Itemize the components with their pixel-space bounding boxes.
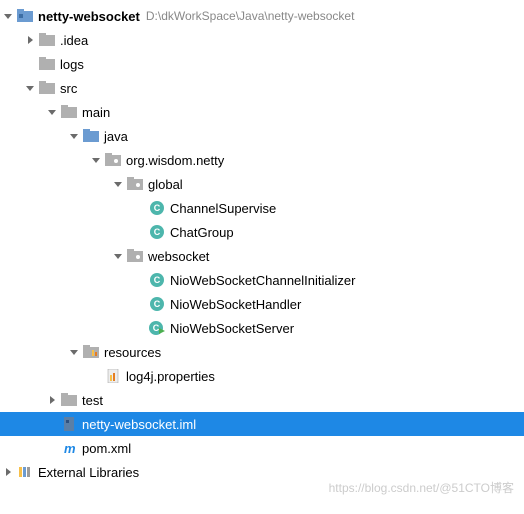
node-label: main (82, 105, 110, 120)
chevron-down-icon[interactable] (110, 180, 126, 188)
chevron-right-icon[interactable] (0, 468, 16, 476)
class-icon: C (148, 201, 166, 215)
tree-node-test[interactable]: test (0, 388, 524, 412)
node-label: java (104, 129, 128, 144)
source-folder-icon (82, 129, 100, 143)
node-label: log4j.properties (126, 369, 215, 384)
svg-text:C: C (154, 227, 161, 237)
node-label: NioWebSocketServer (170, 321, 294, 336)
svg-text:C: C (154, 299, 161, 309)
tree-node-package[interactable]: org.wisdom.netty (0, 148, 524, 172)
tree-node-class[interactable]: C NioWebSocketChannelInitializer (0, 268, 524, 292)
tree-node-idea[interactable]: .idea (0, 28, 524, 52)
tree-node-external-libraries[interactable]: External Libraries (0, 460, 524, 484)
node-label: ChannelSupervise (170, 201, 276, 216)
tree-node-iml[interactable]: netty-websocket.iml (0, 412, 524, 436)
svg-text:C: C (153, 323, 160, 333)
package-icon (126, 177, 144, 191)
svg-text:m: m (64, 441, 76, 455)
chevron-down-icon[interactable] (88, 156, 104, 164)
package-icon (126, 249, 144, 263)
chevron-down-icon[interactable] (44, 108, 60, 116)
tree-node-class[interactable]: C NioWebSocketHandler (0, 292, 524, 316)
module-folder-icon (16, 9, 34, 23)
node-label: src (60, 81, 77, 96)
folder-icon (38, 57, 56, 71)
svg-text:C: C (154, 275, 161, 285)
chevron-right-icon[interactable] (44, 396, 60, 404)
class-icon: C (148, 297, 166, 311)
tree-node-class-runnable[interactable]: C NioWebSocketServer (0, 316, 524, 340)
tree-node-logs[interactable]: logs (0, 52, 524, 76)
class-icon: C (148, 225, 166, 239)
node-label: resources (104, 345, 161, 360)
chevron-down-icon[interactable] (22, 84, 38, 92)
node-label: NioWebSocketHandler (170, 297, 301, 312)
chevron-down-icon[interactable] (0, 12, 16, 20)
node-label: pom.xml (82, 441, 131, 456)
node-label: org.wisdom.netty (126, 153, 224, 168)
node-label: ChatGroup (170, 225, 234, 240)
node-label: test (82, 393, 103, 408)
node-label: .idea (60, 33, 88, 48)
class-icon: C (148, 273, 166, 287)
tree-node-class[interactable]: C ChannelSupervise (0, 196, 524, 220)
folder-icon (60, 105, 78, 119)
node-label: netty-websocket (38, 9, 140, 24)
tree-node-root[interactable]: netty-websocket D:\dkWorkSpace\Java\nett… (0, 4, 524, 28)
folder-icon (38, 81, 56, 95)
tree-node-java[interactable]: java (0, 124, 524, 148)
chevron-down-icon[interactable] (66, 132, 82, 140)
chevron-down-icon[interactable] (110, 252, 126, 260)
tree-node-src[interactable]: src (0, 76, 524, 100)
properties-file-icon (104, 369, 122, 383)
folder-icon (60, 393, 78, 407)
library-icon (16, 465, 34, 479)
tree-node-properties[interactable]: log4j.properties (0, 364, 524, 388)
tree-node-global[interactable]: global (0, 172, 524, 196)
tree-node-websocket[interactable]: websocket (0, 244, 524, 268)
chevron-down-icon[interactable] (66, 348, 82, 356)
node-label: netty-websocket.iml (82, 417, 196, 432)
node-label: websocket (148, 249, 209, 264)
svg-text:C: C (154, 203, 161, 213)
node-label: External Libraries (38, 465, 139, 480)
project-tree: netty-websocket D:\dkWorkSpace\Java\nett… (0, 0, 524, 488)
node-label: global (148, 177, 183, 192)
tree-node-main[interactable]: main (0, 100, 524, 124)
node-label: NioWebSocketChannelInitializer (170, 273, 355, 288)
resources-folder-icon (82, 345, 100, 359)
module-file-icon (60, 417, 78, 431)
folder-icon (38, 33, 56, 47)
tree-node-pom[interactable]: m pom.xml (0, 436, 524, 460)
class-runnable-icon: C (148, 321, 166, 335)
chevron-right-icon[interactable] (22, 36, 38, 44)
tree-node-resources[interactable]: resources (0, 340, 524, 364)
node-label: logs (60, 57, 84, 72)
tree-node-class[interactable]: C ChatGroup (0, 220, 524, 244)
path-hint: D:\dkWorkSpace\Java\netty-websocket (146, 9, 355, 23)
maven-file-icon: m (60, 441, 78, 455)
package-icon (104, 153, 122, 167)
